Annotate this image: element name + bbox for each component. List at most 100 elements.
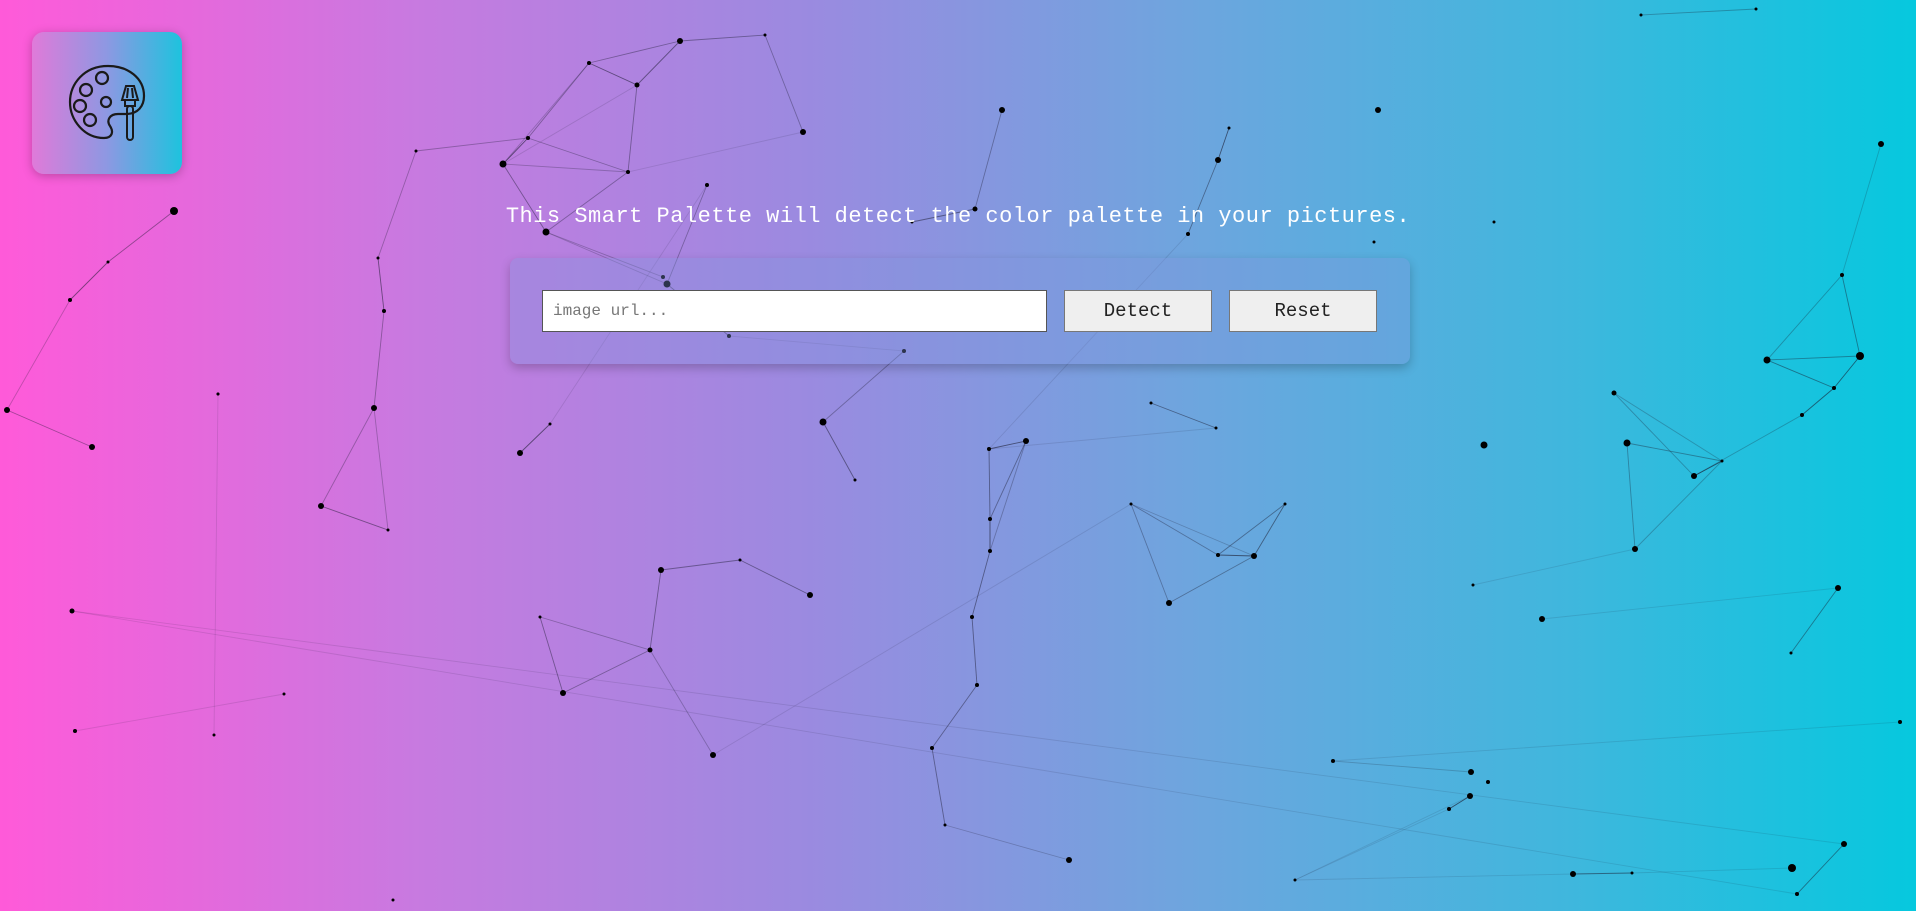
- network-node: [988, 549, 992, 553]
- detect-button[interactable]: Detect: [1064, 290, 1212, 332]
- network-node: [1375, 107, 1381, 113]
- network-link: [1766, 355, 1861, 361]
- network-node: [414, 149, 418, 153]
- network-node: [1216, 553, 1220, 557]
- network-link: [6, 299, 71, 411]
- network-node: [943, 823, 947, 827]
- network-link: [971, 616, 978, 686]
- network-node: [1832, 386, 1836, 390]
- network-node: [1486, 780, 1490, 784]
- network-link: [1790, 587, 1839, 654]
- network-node: [1166, 600, 1172, 606]
- network-link: [636, 40, 681, 86]
- network-link: [1217, 554, 1255, 557]
- network-node: [1539, 616, 1545, 622]
- particle-network-background: [4, 7, 1902, 902]
- network-link: [519, 423, 551, 454]
- network-link: [1294, 808, 1450, 881]
- network-link: [764, 34, 804, 133]
- network-node: [73, 729, 77, 733]
- network-link: [1217, 503, 1286, 556]
- network-node: [1480, 441, 1488, 449]
- network-link: [373, 310, 385, 409]
- network-node: [634, 82, 640, 88]
- network-node: [212, 733, 216, 737]
- network-node: [1468, 769, 1474, 775]
- network-link: [1626, 442, 1636, 550]
- network-link: [1613, 392, 1695, 477]
- network-node: [1186, 232, 1190, 236]
- network-node: [1251, 553, 1257, 559]
- network-link: [1833, 355, 1861, 389]
- network-node: [1066, 857, 1072, 863]
- network-node: [988, 517, 992, 521]
- network-node: [738, 558, 742, 562]
- network-node: [705, 183, 709, 187]
- network-link: [71, 610, 1798, 895]
- network-node: [526, 136, 530, 140]
- network-node: [1214, 426, 1218, 430]
- search-panel: Detect Reset: [510, 258, 1410, 364]
- network-node: [1372, 240, 1376, 244]
- network-link: [1332, 721, 1901, 762]
- network-link: [1130, 503, 1219, 556]
- page-tagline: This Smart Palette will detect the color…: [505, 204, 1411, 229]
- network-link: [649, 649, 714, 756]
- network-node: [517, 450, 523, 456]
- network-node: [975, 683, 979, 687]
- network-link: [1150, 402, 1217, 429]
- network-node: [1630, 871, 1634, 875]
- network-link: [739, 559, 811, 596]
- network-node: [710, 752, 716, 758]
- network-node: [1215, 157, 1221, 163]
- network-node: [1632, 546, 1638, 552]
- network-node: [1878, 141, 1884, 147]
- network-link: [6, 409, 93, 448]
- network-link: [679, 34, 766, 42]
- network-node: [999, 107, 1005, 113]
- network-node: [800, 129, 806, 135]
- network-node: [1800, 413, 1804, 417]
- network-node: [1691, 473, 1697, 479]
- network-node: [1795, 892, 1799, 896]
- network-node: [1639, 13, 1643, 17]
- network-link: [627, 84, 638, 173]
- network-link: [944, 824, 1070, 861]
- network-node: [1789, 651, 1793, 655]
- network-node: [69, 608, 75, 614]
- network-link: [971, 550, 991, 618]
- network-link: [1572, 872, 1633, 875]
- network-node: [970, 615, 974, 619]
- network-node: [386, 528, 390, 532]
- network-node: [318, 503, 324, 509]
- network-link: [320, 505, 389, 531]
- network-link: [660, 559, 741, 571]
- network-node: [89, 444, 95, 450]
- network-link: [415, 137, 529, 152]
- network-link: [1472, 548, 1636, 586]
- network-link: [320, 407, 375, 507]
- network-link: [1640, 8, 1757, 16]
- network-link: [989, 440, 1027, 520]
- network-node: [68, 298, 72, 302]
- network-link: [71, 610, 1845, 845]
- network-node: [1471, 583, 1475, 587]
- network-node: [819, 418, 827, 426]
- network-link: [988, 440, 1027, 450]
- network-link: [69, 261, 109, 301]
- network-node: [1293, 878, 1297, 882]
- network-node: [560, 690, 566, 696]
- network-link: [588, 62, 638, 86]
- network-link: [74, 693, 285, 732]
- network-node: [371, 405, 377, 411]
- network-node: [1835, 585, 1841, 591]
- network-node: [853, 478, 857, 482]
- network-node: [1149, 401, 1153, 405]
- network-node: [1788, 864, 1796, 872]
- reset-button[interactable]: Reset: [1229, 290, 1377, 332]
- image-url-input[interactable]: [542, 290, 1047, 332]
- network-link: [1634, 460, 1723, 550]
- network-link: [822, 421, 856, 481]
- network-node: [987, 447, 991, 451]
- network-link: [931, 684, 978, 749]
